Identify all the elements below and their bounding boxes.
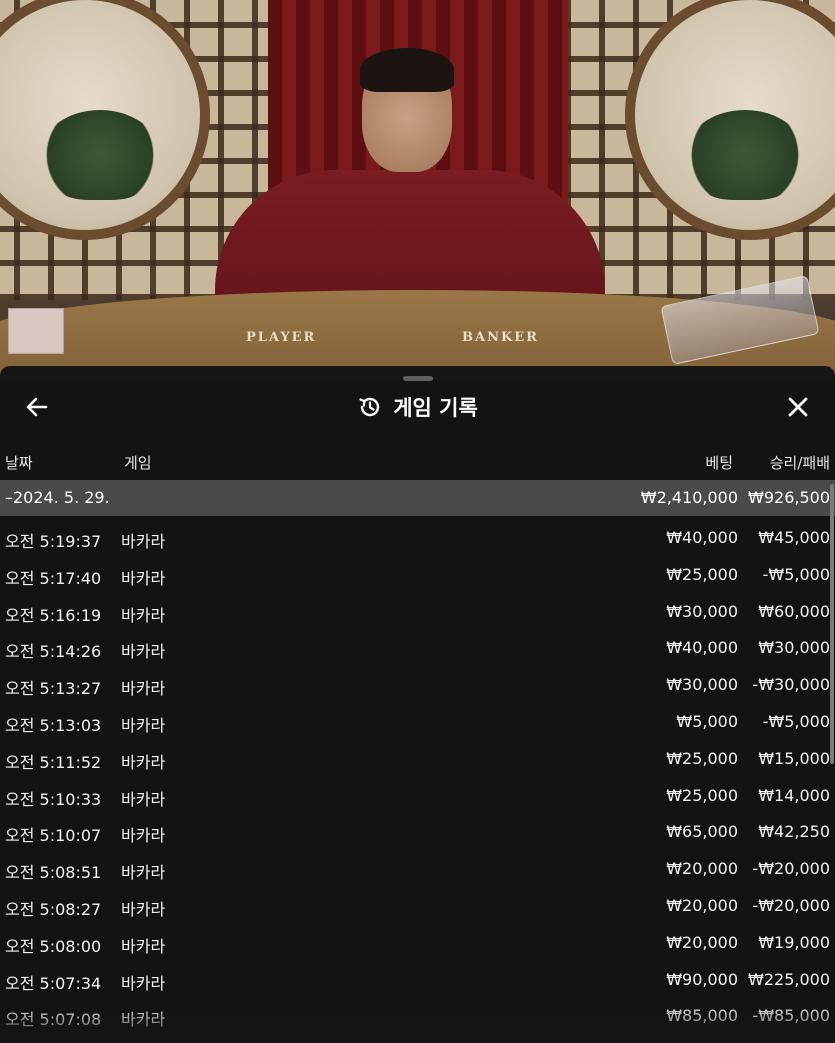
row-time: 오전 5:19:37 <box>5 532 102 551</box>
column-header-bet: 베팅 <box>705 454 733 472</box>
row-game: 바카라 <box>121 752 166 772</box>
drag-handle[interactable] <box>403 376 433 381</box>
row-game: 바카라 <box>121 936 166 956</box>
row-time: 오전 5:14:26 <box>5 642 102 662</box>
history-row[interactable]: 오전 5:07:34 바카라 ₩90,000 ₩225,000 <box>0 960 835 997</box>
dealer-hair <box>360 48 454 92</box>
summary-bet-total: ₩2,410,000 <box>640 488 738 507</box>
row-time: 오전 5:10:33 <box>5 789 102 809</box>
bonsai-right <box>685 110 805 200</box>
row-winloss: ₩42,250 <box>758 822 830 842</box>
history-row[interactable]: 오전 5:08:00 바카라 ₩20,000 ₩19,000 <box>0 923 835 960</box>
column-header-game: 게임 <box>124 454 152 472</box>
history-row[interactable]: 오전 5:10:07 바카라 ₩65,000 ₩42,250 <box>0 812 835 849</box>
row-game: 바카라 <box>121 605 166 625</box>
panel-title: 게임 기록 <box>393 396 478 420</box>
row-game: 바카라 <box>121 899 166 919</box>
row-time: 오전 5:07:34 <box>5 973 102 993</box>
row-game: 바카라 <box>121 642 166 662</box>
row-time: 오전 5:08:27 <box>5 899 102 919</box>
row-winloss: -₩5,000 <box>762 564 830 584</box>
row-winloss: ₩15,000 <box>758 748 830 768</box>
history-row[interactable]: 오전 5:10:33 바카라 ₩25,000 ₩14,000 <box>0 776 835 813</box>
row-time: 오전 5:13:03 <box>5 715 102 735</box>
row-game: 바카라 <box>121 863 166 883</box>
row-winloss: ₩30,000 <box>758 638 830 658</box>
row-time: 오전 5:07:08 <box>5 1010 102 1030</box>
row-time: 오전 5:10:07 <box>5 826 102 846</box>
history-row[interactable]: 오전 5:13:03 바카라 ₩5,000 -₩5,000 <box>0 702 835 739</box>
history-row[interactable]: 오전 5:16:19 바카라 ₩30,000 ₩60,000 <box>0 592 835 629</box>
row-time: 오전 5:13:27 <box>5 679 102 699</box>
history-row[interactable]: 오전 5:13:27 바카라 ₩30,000 -₩30,000 <box>0 665 835 702</box>
history-row[interactable]: 오전 5:08:51 바카라 ₩20,000 -₩20,000 <box>0 849 835 886</box>
history-row[interactable]: 오전 5:07:08 바카라 ₩85,000 -₩85,000 <box>0 996 835 1033</box>
row-bet: ₩5,000 <box>676 711 738 731</box>
column-header-winloss: 승리/패배 <box>769 454 830 472</box>
close-button[interactable] <box>781 390 815 424</box>
row-bet: ₩20,000 <box>666 895 738 915</box>
row-game: 바카라 <box>121 532 166 551</box>
row-game: 바카라 <box>121 715 166 735</box>
history-row[interactable]: 오전 5:08:27 바카라 ₩20,000 -₩20,000 <box>0 886 835 923</box>
row-winloss: ₩14,000 <box>758 785 830 805</box>
row-bet: ₩25,000 <box>666 748 738 768</box>
history-row[interactable]: 오전 5:17:40 바카라 ₩25,000 -₩5,000 <box>0 555 835 592</box>
history-icon <box>359 397 380 417</box>
close-icon <box>788 397 808 417</box>
card-box <box>8 308 64 354</box>
row-winloss: -₩85,000 <box>752 1006 830 1026</box>
summary-winloss-total: ₩926,500 <box>748 488 830 507</box>
row-bet: ₩40,000 <box>666 638 738 658</box>
row-winloss: -₩30,000 <box>752 675 830 695</box>
row-winloss: ₩60,000 <box>758 601 830 621</box>
row-game: 바카라 <box>121 789 166 809</box>
table-label-banker: BANKER <box>462 330 539 345</box>
row-winloss: ₩45,000 <box>758 528 830 547</box>
live-video-stream: PLAYER BANKER <box>0 0 835 380</box>
row-bet: ₩85,000 <box>666 1006 738 1026</box>
row-winloss: -₩20,000 <box>752 859 830 879</box>
row-game: 바카라 <box>121 679 166 699</box>
row-bet: ₩30,000 <box>666 601 738 621</box>
row-time: 오전 5:11:52 <box>5 752 102 772</box>
summary-date: –2024. 5. 29. <box>5 488 110 507</box>
row-winloss: -₩20,000 <box>752 895 830 915</box>
row-winloss: -₩5,000 <box>762 711 830 731</box>
date-group-summary-row[interactable]: –2024. 5. 29. ₩2,410,000 ₩926,500 <box>0 480 835 516</box>
table-header: 날짜 게임 베팅 승리/패배 <box>0 446 835 478</box>
row-bet: ₩25,000 <box>666 785 738 805</box>
row-winloss: ₩225,000 <box>748 969 830 989</box>
bonsai-left <box>40 110 160 200</box>
row-time: 오전 5:08:00 <box>5 936 102 956</box>
row-bet: ₩65,000 <box>666 822 738 842</box>
row-time: 오전 5:16:19 <box>5 605 102 625</box>
row-bet: ₩40,000 <box>666 528 738 547</box>
table-label-player: PLAYER <box>246 330 317 345</box>
panel-title-group: 게임 기록 <box>0 390 835 424</box>
game-history-panel: 게임 기록 날짜 게임 베팅 승리/패배 –2024. 5. 29. ₩2,41… <box>0 366 835 1043</box>
column-header-date: 날짜 <box>5 454 33 472</box>
history-row[interactable]: 오전 5:19:37 바카라 ₩40,000 ₩45,000 <box>0 518 835 555</box>
row-time: 오전 5:17:40 <box>5 568 102 588</box>
history-list[interactable]: 오전 5:19:37 바카라 ₩40,000 ₩45,000 오전 5:17:40 바카라… <box>0 518 835 1033</box>
row-game: 바카라 <box>121 973 166 993</box>
row-winloss: ₩19,000 <box>758 932 830 952</box>
row-bet: ₩20,000 <box>666 859 738 879</box>
row-game: 바카라 <box>121 826 166 846</box>
panel-header: 게임 기록 <box>0 384 835 428</box>
row-game: 바카라 <box>121 1010 166 1030</box>
row-time: 오전 5:08:51 <box>5 863 102 883</box>
row-bet: ₩30,000 <box>666 675 738 695</box>
history-row[interactable]: 오전 5:11:52 바카라 ₩25,000 ₩15,000 <box>0 739 835 776</box>
row-bet: ₩25,000 <box>666 564 738 584</box>
history-row[interactable]: 오전 5:14:26 바카라 ₩40,000 ₩30,000 <box>0 628 835 665</box>
row-bet: ₩90,000 <box>666 969 738 989</box>
scrollbar[interactable] <box>830 484 834 764</box>
row-game: 바카라 <box>121 568 166 588</box>
row-bet: ₩20,000 <box>666 932 738 952</box>
